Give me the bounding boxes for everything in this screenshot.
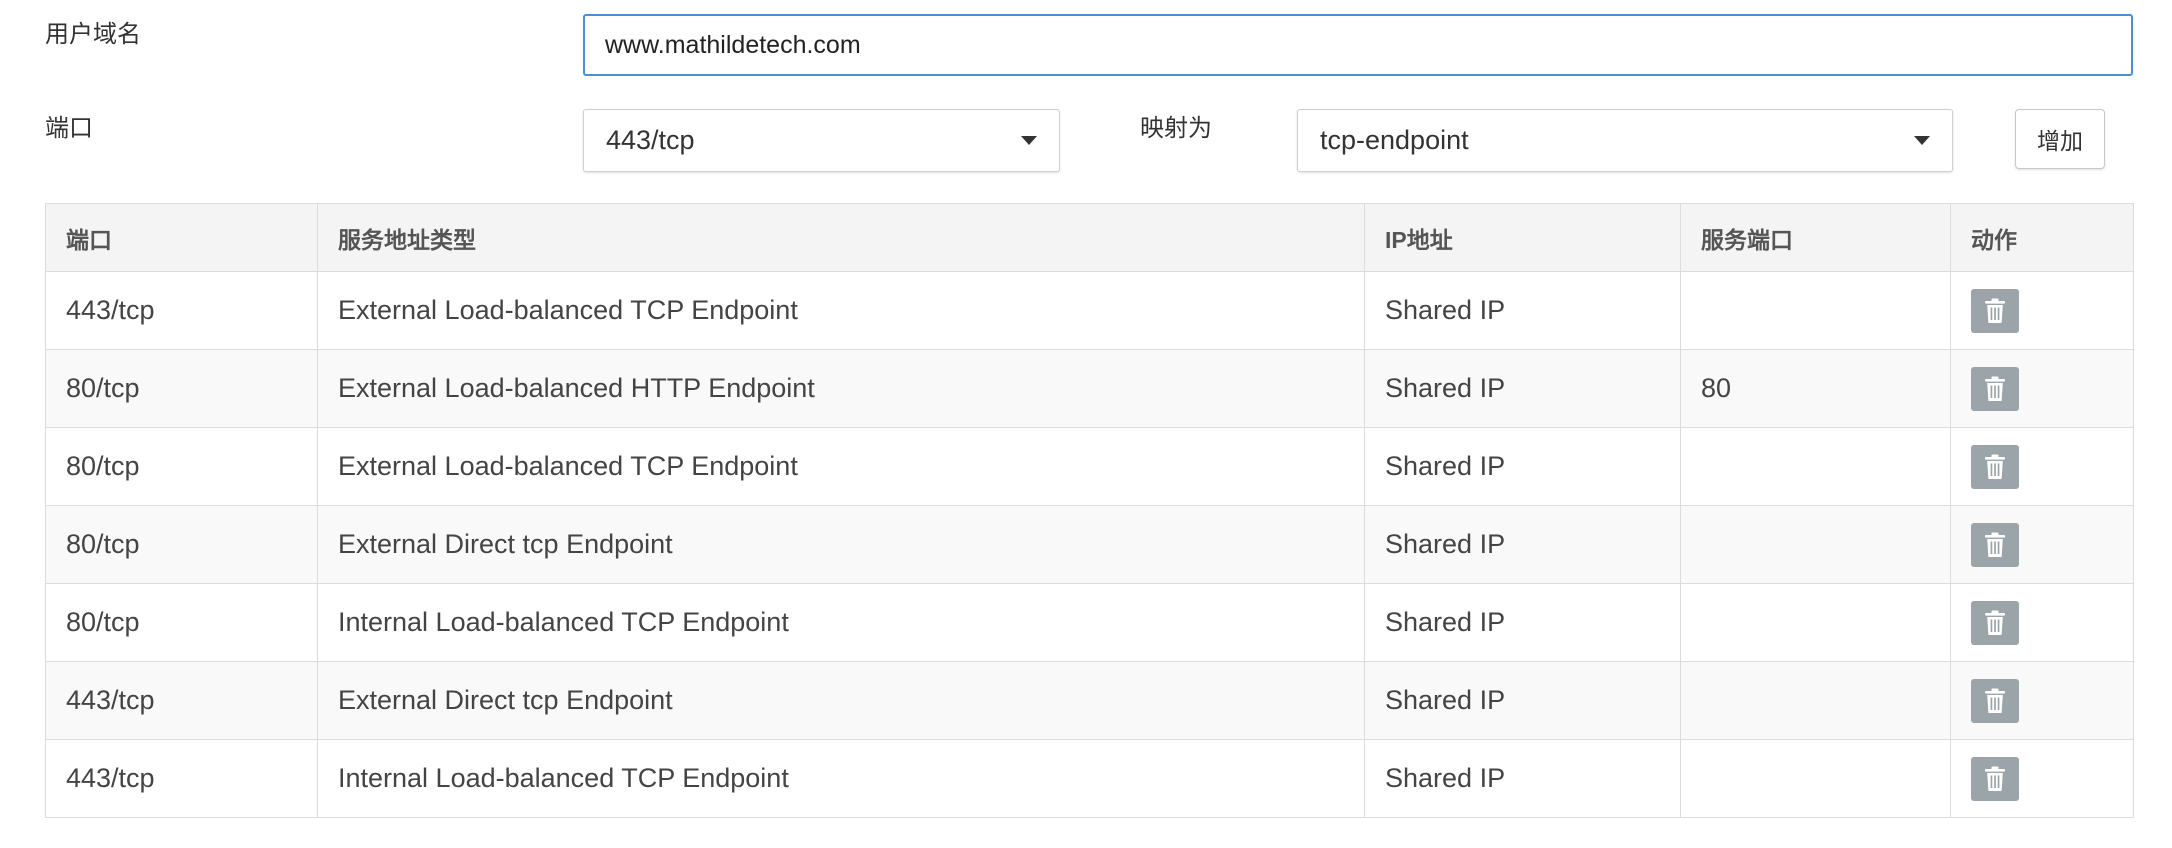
cell-service-port (1680, 271, 1951, 350)
trash-icon (1984, 610, 2006, 636)
port-select-value: 443/tcp (606, 125, 695, 155)
port-select[interactable]: 443/tcp (583, 109, 1060, 172)
trash-icon (1984, 688, 2006, 714)
table-row: 80/tcp Internal Load-balanced TCP Endpoin… (45, 583, 2134, 662)
cell-service-address-type: External Load-balanced TCP Endpoint (317, 271, 1365, 350)
cell-service-port: 80 (1680, 349, 1951, 428)
cell-ip: Shared IP (1364, 661, 1681, 740)
cell-service-address-type: Internal Load-balanced TCP Endpoint (317, 739, 1365, 818)
column-header-ip: IP地址 (1364, 203, 1681, 272)
table-row: 443/tcp External Load-balanced TCP Endpoi… (45, 271, 2134, 350)
trash-icon (1984, 766, 2006, 792)
chevron-down-icon (1021, 136, 1037, 145)
cell-ip: Shared IP (1364, 505, 1681, 584)
cell-port: 443/tcp (45, 661, 318, 740)
cell-action (1950, 505, 2134, 584)
trash-icon (1984, 454, 2006, 480)
cell-service-port (1680, 505, 1951, 584)
cell-action (1950, 583, 2134, 662)
cell-port: 80/tcp (45, 349, 318, 428)
cell-ip: Shared IP (1364, 583, 1681, 662)
table-header-row: 端口 服务地址类型 IP地址 服务端口 动作 (45, 203, 2134, 272)
chevron-down-icon (1914, 136, 1930, 145)
map-label: 映射为 (1140, 115, 1212, 142)
cell-service-address-type: External Load-balanced TCP Endpoint (317, 427, 1365, 506)
cell-action (1950, 739, 2134, 818)
column-header-service-address-type: 服务地址类型 (317, 203, 1365, 272)
column-header-service-port: 服务端口 (1680, 203, 1951, 272)
cell-port: 80/tcp (45, 427, 318, 506)
delete-row-button[interactable] (1971, 600, 2019, 645)
cell-action (1950, 661, 2134, 740)
cell-service-address-type: External Direct tcp Endpoint (317, 661, 1365, 740)
port-mapping-table: 端口 服务地址类型 IP地址 服务端口 动作 443/tcp External L… (45, 203, 2134, 818)
cell-action (1950, 271, 2134, 350)
cell-service-port (1680, 583, 1951, 662)
map-select-value: tcp-endpoint (1320, 125, 1469, 155)
cell-ip: Shared IP (1364, 739, 1681, 818)
cell-service-address-type: Internal Load-balanced TCP Endpoint (317, 583, 1365, 662)
cell-service-port (1680, 427, 1951, 506)
table-row: 443/tcp Internal Load-balanced TCP Endpoi… (45, 739, 2134, 818)
delete-row-button[interactable] (1971, 522, 2019, 567)
delete-row-button[interactable] (1971, 756, 2019, 801)
column-header-action: 动作 (1950, 203, 2134, 272)
trash-icon (1984, 376, 2006, 402)
domain-input[interactable] (583, 14, 2133, 76)
table-body: 443/tcp External Load-balanced TCP Endpoi… (45, 271, 2134, 818)
cell-ip: Shared IP (1364, 349, 1681, 428)
table-row: 443/tcp External Direct tcp Endpoint Share… (45, 661, 2134, 740)
column-header-port: 端口 (45, 203, 318, 272)
domain-label: 用户域名 (45, 21, 141, 48)
delete-row-button[interactable] (1971, 444, 2019, 489)
delete-row-button[interactable] (1971, 678, 2019, 723)
delete-row-button[interactable] (1971, 366, 2019, 411)
trash-icon (1984, 298, 2006, 324)
table-row: 80/tcp External Load-balanced TCP Endpoin… (45, 427, 2134, 506)
table-row: 80/tcp External Load-balanced HTTP Endpoi… (45, 349, 2134, 428)
cell-service-port (1680, 661, 1951, 740)
cell-port: 80/tcp (45, 505, 318, 584)
cell-action (1950, 349, 2134, 428)
cell-action (1950, 427, 2134, 506)
add-button[interactable]: 增加 (2015, 109, 2105, 169)
cell-ip: Shared IP (1364, 427, 1681, 506)
cell-port: 443/tcp (45, 271, 318, 350)
port-label: 端口 (45, 115, 93, 142)
cell-service-address-type: External Direct tcp Endpoint (317, 505, 1365, 584)
trash-icon (1984, 532, 2006, 558)
cell-service-port (1680, 739, 1951, 818)
port-mapping-form: 用户域名 端口 443/tcp 映射为 tcp-endpoint 增加 端口 服… (0, 0, 2172, 848)
cell-ip: Shared IP (1364, 271, 1681, 350)
cell-service-address-type: External Load-balanced HTTP Endpoint (317, 349, 1365, 428)
map-select[interactable]: tcp-endpoint (1297, 109, 1953, 172)
table-row: 80/tcp External Direct tcp Endpoint Shared… (45, 505, 2134, 584)
cell-port: 80/tcp (45, 583, 318, 662)
delete-row-button[interactable] (1971, 288, 2019, 333)
cell-port: 443/tcp (45, 739, 318, 818)
